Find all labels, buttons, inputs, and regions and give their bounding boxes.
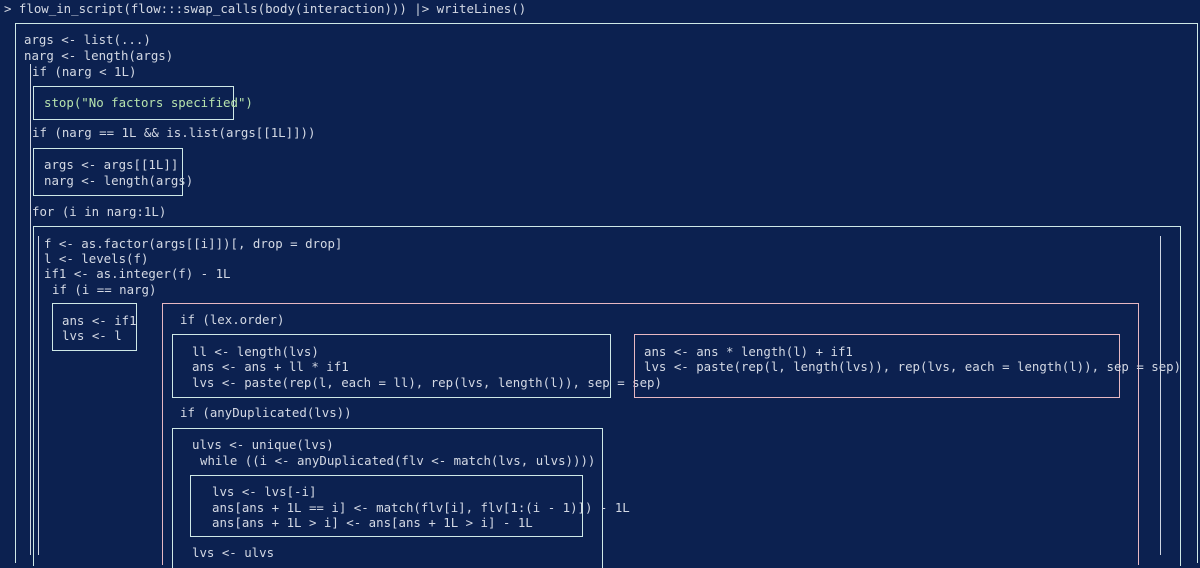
- code-line: f <- as.factor(args[[i]])[, drop = drop]: [44, 236, 343, 251]
- code-line: args <- list(...): [24, 32, 151, 47]
- code-line: lvs <- lvs[-i]: [212, 484, 317, 499]
- code-line: lvs <- paste(rep(l, length(lvs)), rep(lv…: [644, 359, 1182, 374]
- code-line: ulvs <- unique(lvs): [192, 437, 334, 452]
- code-line: ans[ans + 1L == i] <- match(flv[i], flv[…: [212, 500, 630, 515]
- code-line: ans <- if1: [62, 313, 137, 328]
- code-line: stop("No factors specified"): [44, 95, 253, 110]
- code-line: ans <- ans + ll * if1: [192, 359, 349, 374]
- code-line: if (i == narg): [52, 282, 157, 297]
- code-line: ans[ans + 1L > i] <- ans[ans + 1L > i] -…: [212, 515, 533, 530]
- code-line: while ((i <- anyDuplicated(flv <- match(…: [200, 453, 596, 468]
- code-line: lvs <- l: [62, 328, 122, 343]
- code-line: narg <- length(args): [44, 173, 194, 188]
- code-line: for (i in narg:1L): [32, 204, 167, 219]
- nest-bar-1: [30, 64, 31, 555]
- code-line: ans <- ans * length(l) + if1: [644, 344, 853, 359]
- console-prompt: > flow_in_script(flow:::swap_calls(body(…: [4, 1, 527, 16]
- code-line: ll <- length(lvs): [192, 344, 319, 359]
- code-line: args <- args[[1L]]: [44, 157, 179, 172]
- code-line: l <- levels(f): [44, 251, 149, 266]
- code-line: if (anyDuplicated(lvs)): [180, 405, 352, 420]
- code-line: if (narg < 1L): [32, 64, 137, 79]
- code-line: if (lex.order): [180, 312, 285, 327]
- code-line: lvs <- paste(rep(l, each = ll), rep(lvs,…: [192, 375, 662, 390]
- code-line: narg <- length(args): [24, 48, 174, 63]
- code-line: if (narg == 1L && is.list(args[[1L]])): [32, 125, 316, 140]
- code-line: if1 <- as.integer(f) - 1L: [44, 266, 231, 281]
- code-line: lvs <- ulvs: [192, 545, 275, 560]
- for-inner-bar: [1160, 236, 1161, 555]
